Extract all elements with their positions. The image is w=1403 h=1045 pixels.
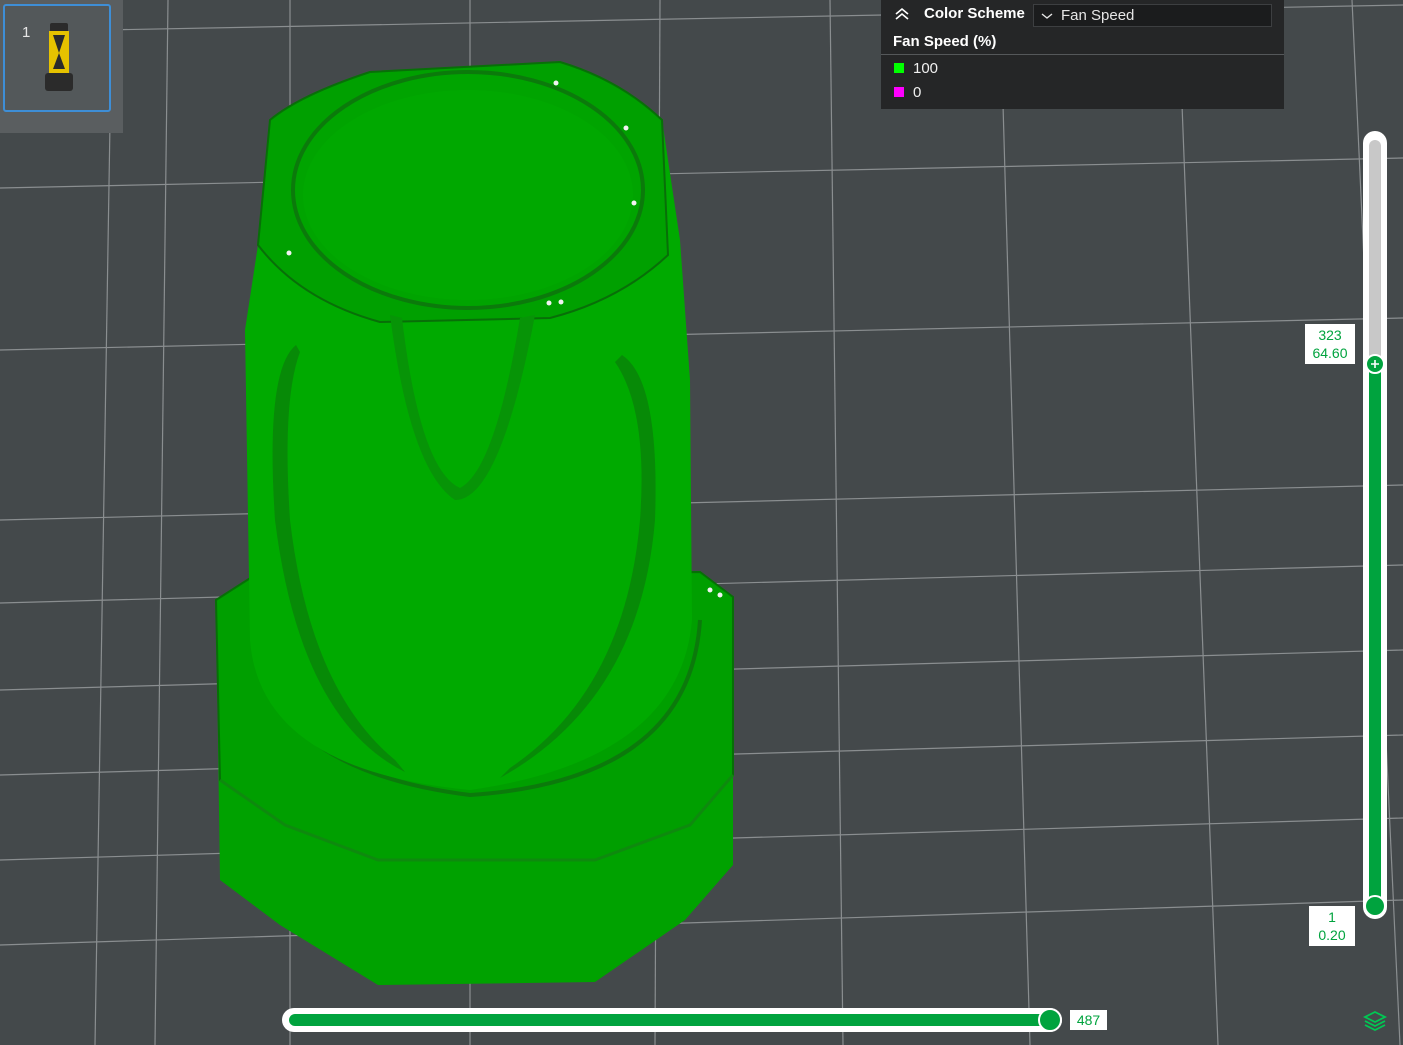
sliced-model [214,60,735,985]
top-layer-number: 323 [1318,327,1342,343]
chevron-up-double-icon[interactable] [893,5,911,23]
layer-slider-unselected [1369,140,1381,364]
bottom-layer-height: 0.20 [1318,927,1346,943]
legend-title: Fan Speed (%) [893,33,997,50]
plate-thumbnail[interactable]: 1 [3,4,111,112]
move-slider-handle[interactable] [1038,1008,1062,1032]
move-slider-range [289,1014,1051,1026]
plate-thumbnail-panel: 1 [0,0,123,133]
model-preview-icon [45,23,73,91]
legend-swatch [894,87,904,97]
layer-slider-top-handle[interactable] [1365,354,1385,374]
layers-icon[interactable] [1362,1009,1388,1033]
plate-index: 1 [22,24,31,41]
layer-slider-top-label: 323 64.60 [1305,324,1355,364]
layer-slider-bottom-handle[interactable] [1364,895,1386,917]
move-slider-value: 487 [1070,1010,1107,1030]
bottom-layer-number: 1 [1328,909,1336,925]
3d-viewport[interactable] [0,0,1403,1045]
color-scheme-value: Fan Speed [1061,7,1135,24]
color-scheme-label: Color Scheme [924,5,1025,22]
layer-slider-range [1369,364,1381,906]
color-scheme-panel: Color Scheme Fan Speed Fan Speed (%) 100… [881,0,1284,109]
chevron-down-icon [1041,13,1053,19]
color-scheme-dropdown[interactable]: Fan Speed [1033,4,1272,27]
layer-slider-bottom-label: 1 0.20 [1309,906,1355,946]
legend-swatch [894,63,904,73]
model-inner-wall [303,90,633,300]
legend-divider [881,54,1284,55]
legend-value: 100 [913,60,939,77]
legend-value: 0 [913,84,922,101]
top-layer-height: 64.60 [1312,345,1348,361]
plus-icon [1371,360,1379,368]
